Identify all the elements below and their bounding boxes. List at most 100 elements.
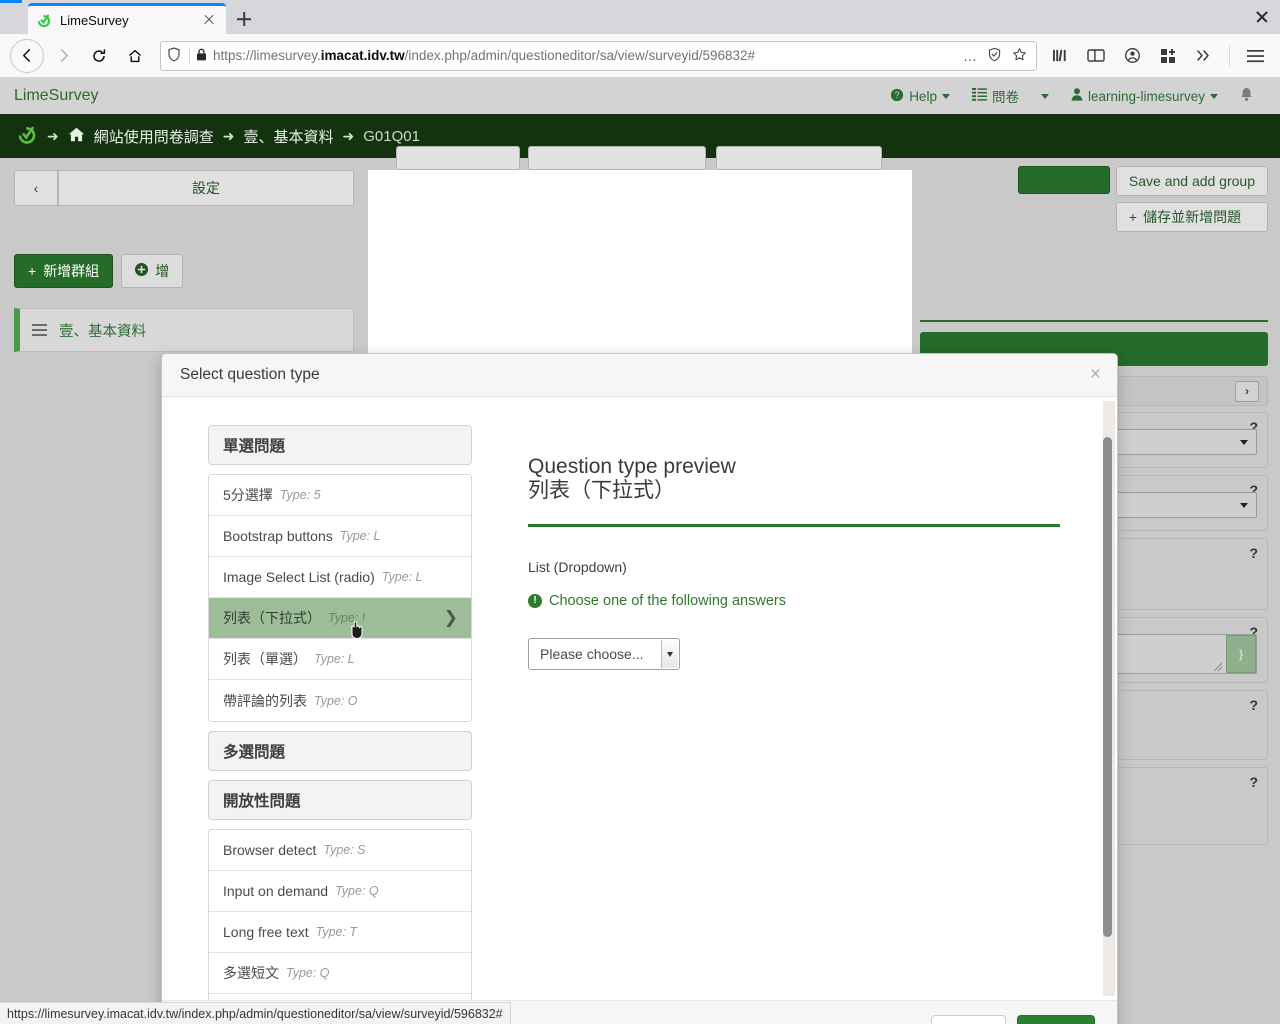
breadcrumb-separator: ➜ (47, 127, 59, 144)
question-type-code: Type: S (323, 843, 366, 857)
chevron-right-icon[interactable]: › (1235, 380, 1259, 402)
editor-toolbar-button-2[interactable] (528, 146, 706, 170)
question-type-code: Type: L (314, 652, 355, 666)
add-question-button[interactable]: 增 (121, 254, 184, 288)
question-type-item[interactable]: 5分選擇 Type: 5 (209, 475, 471, 516)
tab-title: LimeSurvey (60, 12, 129, 28)
modal-title: Select question type (180, 366, 320, 383)
help-icon[interactable]: ? (1249, 545, 1258, 561)
chevron-down-icon (941, 93, 950, 99)
save-and-add-group-button[interactable]: Save and add group (1115, 166, 1268, 196)
topnav: ? Help 問卷 learning-limesurvey (879, 78, 1264, 114)
back-button[interactable] (10, 38, 44, 73)
new-tab-button[interactable] (228, 4, 260, 34)
modal-scrollbar-track[interactable] (1103, 401, 1115, 996)
question-type-name: Browser detect (223, 842, 317, 858)
close-icon[interactable]: × (1090, 365, 1101, 384)
close-icon[interactable] (200, 11, 218, 29)
chevron-down-icon[interactable] (661, 640, 678, 669)
topnav-help[interactable]: ? Help (879, 88, 961, 105)
right-panel-top-buttons: Save and add group + 儲存並新增問題 (920, 166, 1268, 232)
resize-handle-icon[interactable] (1214, 663, 1222, 671)
panel-divider (920, 320, 1268, 322)
select-question-type-modal: Select question type × 單選問題 5分選擇 Type: 5 (161, 353, 1118, 1024)
save-and-add-question-button[interactable]: + 儲存並新增問題 (1115, 202, 1268, 232)
question-type-item[interactable]: Long free text Type: T (209, 912, 471, 953)
save-button[interactable] (1017, 166, 1110, 194)
home-icon[interactable] (68, 127, 85, 146)
shield-check-icon[interactable] (987, 47, 1002, 65)
preview-divider (528, 524, 1060, 528)
select-button[interactable]: Select (1016, 1014, 1095, 1024)
breadcrumb-item-survey[interactable]: 網站使用問卷調查 (94, 126, 214, 147)
home-button[interactable] (118, 39, 152, 73)
settings-tab[interactable]: 設定 (58, 170, 354, 206)
question-type-item-selected[interactable]: 列表（下拉式） Type: ! ❯ (209, 598, 471, 640)
question-type-item[interactable]: Bootstrap buttons Type: L (209, 516, 471, 557)
breadcrumb-item-group[interactable]: 壹、基本資料 (243, 126, 333, 147)
browser-window: LimeSurvey https://limesurvey.imacat.idv… (0, 0, 1280, 1024)
url-scheme: https://limesurvey. (213, 48, 321, 63)
url-bar[interactable]: https://limesurvey.imacat.idv.tw/index.p… (160, 40, 1037, 71)
preview-dropdown[interactable]: Please choose... (528, 638, 680, 671)
question-type-code: Type: Q (286, 966, 330, 980)
sidebar-icon[interactable] (1081, 41, 1111, 71)
question-type-item[interactable]: Image Select List (radio) Type: L (209, 557, 471, 598)
editor-toolbar-button-1[interactable] (396, 146, 520, 170)
reload-button[interactable] (82, 39, 116, 73)
help-icon[interactable]: ? (1249, 774, 1258, 790)
breadcrumb-separator: ➜ (342, 127, 355, 144)
preview-heading: Question type preview (528, 455, 736, 478)
question-type-name: 多選短文 (223, 965, 279, 981)
left-panel-toolbar: ‹ 設定 (14, 170, 354, 206)
help-circle-icon: ? (890, 88, 904, 105)
drag-handle-icon[interactable] (32, 324, 47, 336)
question-type-item[interactable]: 多選短文 Type: Q (209, 953, 471, 994)
add-group-button[interactable]: + 新增群組 (14, 254, 114, 288)
close-button[interactable]: Close (930, 1014, 1006, 1024)
overflow-icon[interactable] (1189, 41, 1219, 71)
question-type-item[interactable]: Input on demand Type: Q (209, 871, 471, 912)
preview-hint-text: Choose one of the following answers (549, 593, 786, 610)
topnav-surveys-caret[interactable] (1030, 93, 1060, 99)
topnav-notifications[interactable] (1229, 87, 1264, 105)
topnav-surveys[interactable]: 問卷 (961, 86, 1030, 106)
forward-button[interactable] (46, 39, 80, 73)
page-actions-icon[interactable]: … (963, 48, 977, 64)
topnav-user[interactable]: learning-limesurvey (1060, 88, 1229, 104)
limesurvey-leaf-icon (16, 123, 38, 149)
question-type-item[interactable]: Browser detect Type: S (209, 830, 471, 871)
extensions-icon[interactable] (1153, 41, 1183, 71)
editor-toolbar-button-3[interactable] (716, 146, 882, 170)
help-icon[interactable]: ? (1249, 697, 1258, 713)
question-type-item[interactable]: 自由短文 Type: S (209, 994, 471, 1000)
question-type-group-open: Browser detect Type: S Input on demand T… (208, 829, 472, 1000)
topnav-user-label: learning-limesurvey (1087, 88, 1205, 104)
question-group-header-single[interactable]: 單選問題 (208, 425, 472, 465)
collapse-sidebar-button[interactable]: ‹ (14, 170, 58, 206)
star-icon[interactable] (1012, 47, 1027, 65)
question-group-header-multiple[interactable]: 多選問題 (208, 731, 472, 771)
toolbar-separator (1229, 45, 1230, 66)
question-type-name: Bootstrap buttons (223, 528, 333, 544)
svg-text:?: ? (895, 90, 900, 100)
modal-header: Select question type × (162, 354, 1117, 397)
question-type-item[interactable]: 列表（單選） Type: L (209, 639, 471, 680)
question-type-code: Type: T (315, 925, 358, 939)
url-path: /index.php/admin/questioneditor/sa/view/… (404, 48, 756, 63)
modal-scrollbar-thumb[interactable] (1103, 437, 1112, 937)
account-icon[interactable] (1117, 41, 1147, 71)
library-icon[interactable] (1045, 41, 1075, 71)
question-type-code: Type: ! (328, 611, 366, 625)
app-menu-icon[interactable] (1240, 41, 1270, 71)
tab-strip: LimeSurvey (0, 0, 1280, 34)
browser-tab[interactable]: LimeSurvey (28, 3, 226, 34)
question-group-header-open[interactable]: 開放性問題 (208, 780, 472, 820)
plus-circle-icon (135, 263, 149, 279)
status-bar: https://limesurvey.imacat.idv.tw/index.p… (0, 1002, 511, 1024)
expression-badge[interactable]: } (1226, 635, 1256, 673)
shield-icon[interactable] (167, 47, 183, 64)
question-type-item[interactable]: 帶評論的列表 Type: O (209, 680, 471, 721)
sidebar-group-item[interactable]: 壹、基本資料 (14, 308, 354, 352)
window-close-button[interactable] (1252, 7, 1272, 27)
